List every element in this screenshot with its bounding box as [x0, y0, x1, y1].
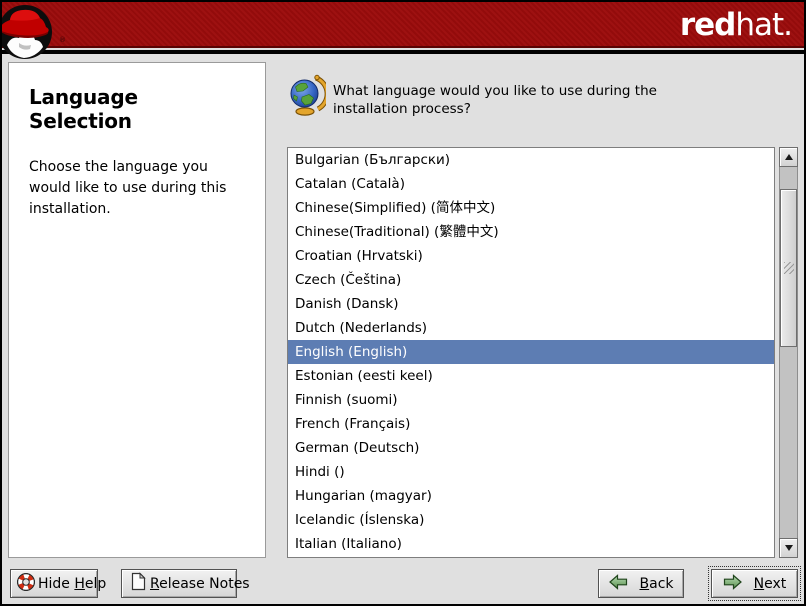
release-notes-document-icon [129, 572, 147, 595]
language-option[interactable]: English (English) [288, 340, 774, 364]
release-notes-label: Release Notes [150, 576, 250, 592]
language-option[interactable]: German (Deutsch) [288, 436, 774, 460]
back-button[interactable]: Back [598, 569, 684, 598]
language-option[interactable]: Chinese(Traditional) (繁體中文) [288, 220, 774, 244]
help-lifebuoy-icon [16, 572, 36, 596]
help-panel: Language Selection Choose the language y… [8, 62, 266, 558]
language-option[interactable]: Italian (Italiano) [288, 532, 774, 556]
language-option[interactable]: Czech (Čeština) [288, 268, 774, 292]
language-option[interactable]: Hindi () [288, 460, 774, 484]
globe-icon [288, 74, 326, 120]
logo-trademark: ® [59, 36, 66, 44]
language-option[interactable]: Finnish (suomi) [288, 388, 774, 412]
next-button[interactable]: Next [711, 569, 798, 598]
banner-separator [2, 50, 804, 54]
installer-window: redhat. ® Language Selection Choose the … [0, 0, 806, 606]
next-label: Next [754, 576, 787, 592]
language-option[interactable]: French (Français) [288, 412, 774, 436]
wordmark-light: hat. [735, 7, 792, 43]
language-option[interactable]: Hungarian (magyar) [288, 484, 774, 508]
down-arrow-icon [785, 545, 793, 551]
language-option[interactable]: Estonian (eesti keel) [288, 364, 774, 388]
scroll-down-button[interactable] [779, 538, 798, 558]
release-notes-button[interactable]: Release Notes [121, 569, 237, 598]
scrollbar-thumb[interactable] [780, 189, 797, 347]
banner: redhat. [2, 2, 804, 48]
language-option[interactable]: Chinese(Simplified) (简体中文) [288, 196, 774, 220]
next-arrow-icon [723, 574, 742, 594]
redhat-wordmark: redhat. [680, 7, 792, 43]
question-text: What language would you like to use duri… [333, 82, 705, 118]
help-text: Choose the language you would like to us… [29, 157, 245, 220]
back-label: Back [640, 576, 674, 592]
hide-help-button[interactable]: Hide Help [10, 569, 98, 598]
language-option[interactable]: Bulgarian (Български) [288, 148, 774, 172]
language-option[interactable]: Danish (Dansk) [288, 292, 774, 316]
language-option[interactable]: Icelandic (Íslenska) [288, 508, 774, 532]
language-option[interactable]: Catalan (Català) [288, 172, 774, 196]
wordmark-bold: red [680, 7, 736, 43]
hide-help-label: Hide Help [38, 576, 106, 592]
language-list-scrollbar[interactable] [779, 147, 798, 558]
language-option[interactable]: Dutch (Nederlands) [288, 316, 774, 340]
scroll-up-button[interactable] [779, 147, 798, 167]
redhat-shadowman-logo-icon [0, 3, 58, 65]
scrollbar-trough[interactable] [779, 167, 798, 538]
page-title: Language Selection [29, 85, 245, 133]
up-arrow-icon [785, 154, 793, 160]
language-option[interactable]: Croatian (Hrvatski) [288, 244, 774, 268]
back-arrow-icon [609, 574, 628, 594]
language-list[interactable]: Bulgarian (Български)Catalan (Català)Chi… [287, 147, 775, 558]
